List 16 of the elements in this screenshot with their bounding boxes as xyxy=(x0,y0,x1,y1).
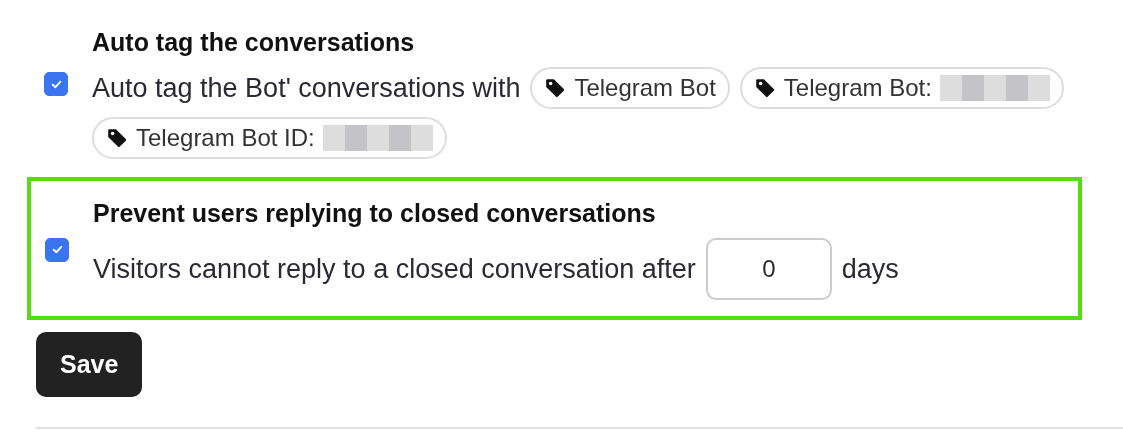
tag-icon xyxy=(106,127,128,149)
setting-title: Prevent users replying to closed conversations xyxy=(93,199,657,228)
tag-icon xyxy=(544,77,567,99)
days-label: days xyxy=(841,253,899,285)
setting-description: Auto tag the Bot' conversations with xyxy=(92,72,521,104)
check-icon xyxy=(50,243,64,256)
tag-chip: Telegram Bot: xyxy=(739,67,1064,109)
days-input[interactable]: 0 xyxy=(705,238,832,300)
setting-description: Visitors cannot reply to a closed conversation after xyxy=(93,253,696,285)
checkbox[interactable] xyxy=(44,72,68,96)
save-button[interactable]: Save xyxy=(36,332,143,397)
setting-title: Auto tag the conversations xyxy=(92,28,416,57)
tag-icon xyxy=(753,77,776,99)
checkbox[interactable] xyxy=(45,237,69,262)
tag-chip: Telegram Bot ID: xyxy=(92,117,447,159)
tag-chip: Telegram Bot xyxy=(530,67,730,109)
